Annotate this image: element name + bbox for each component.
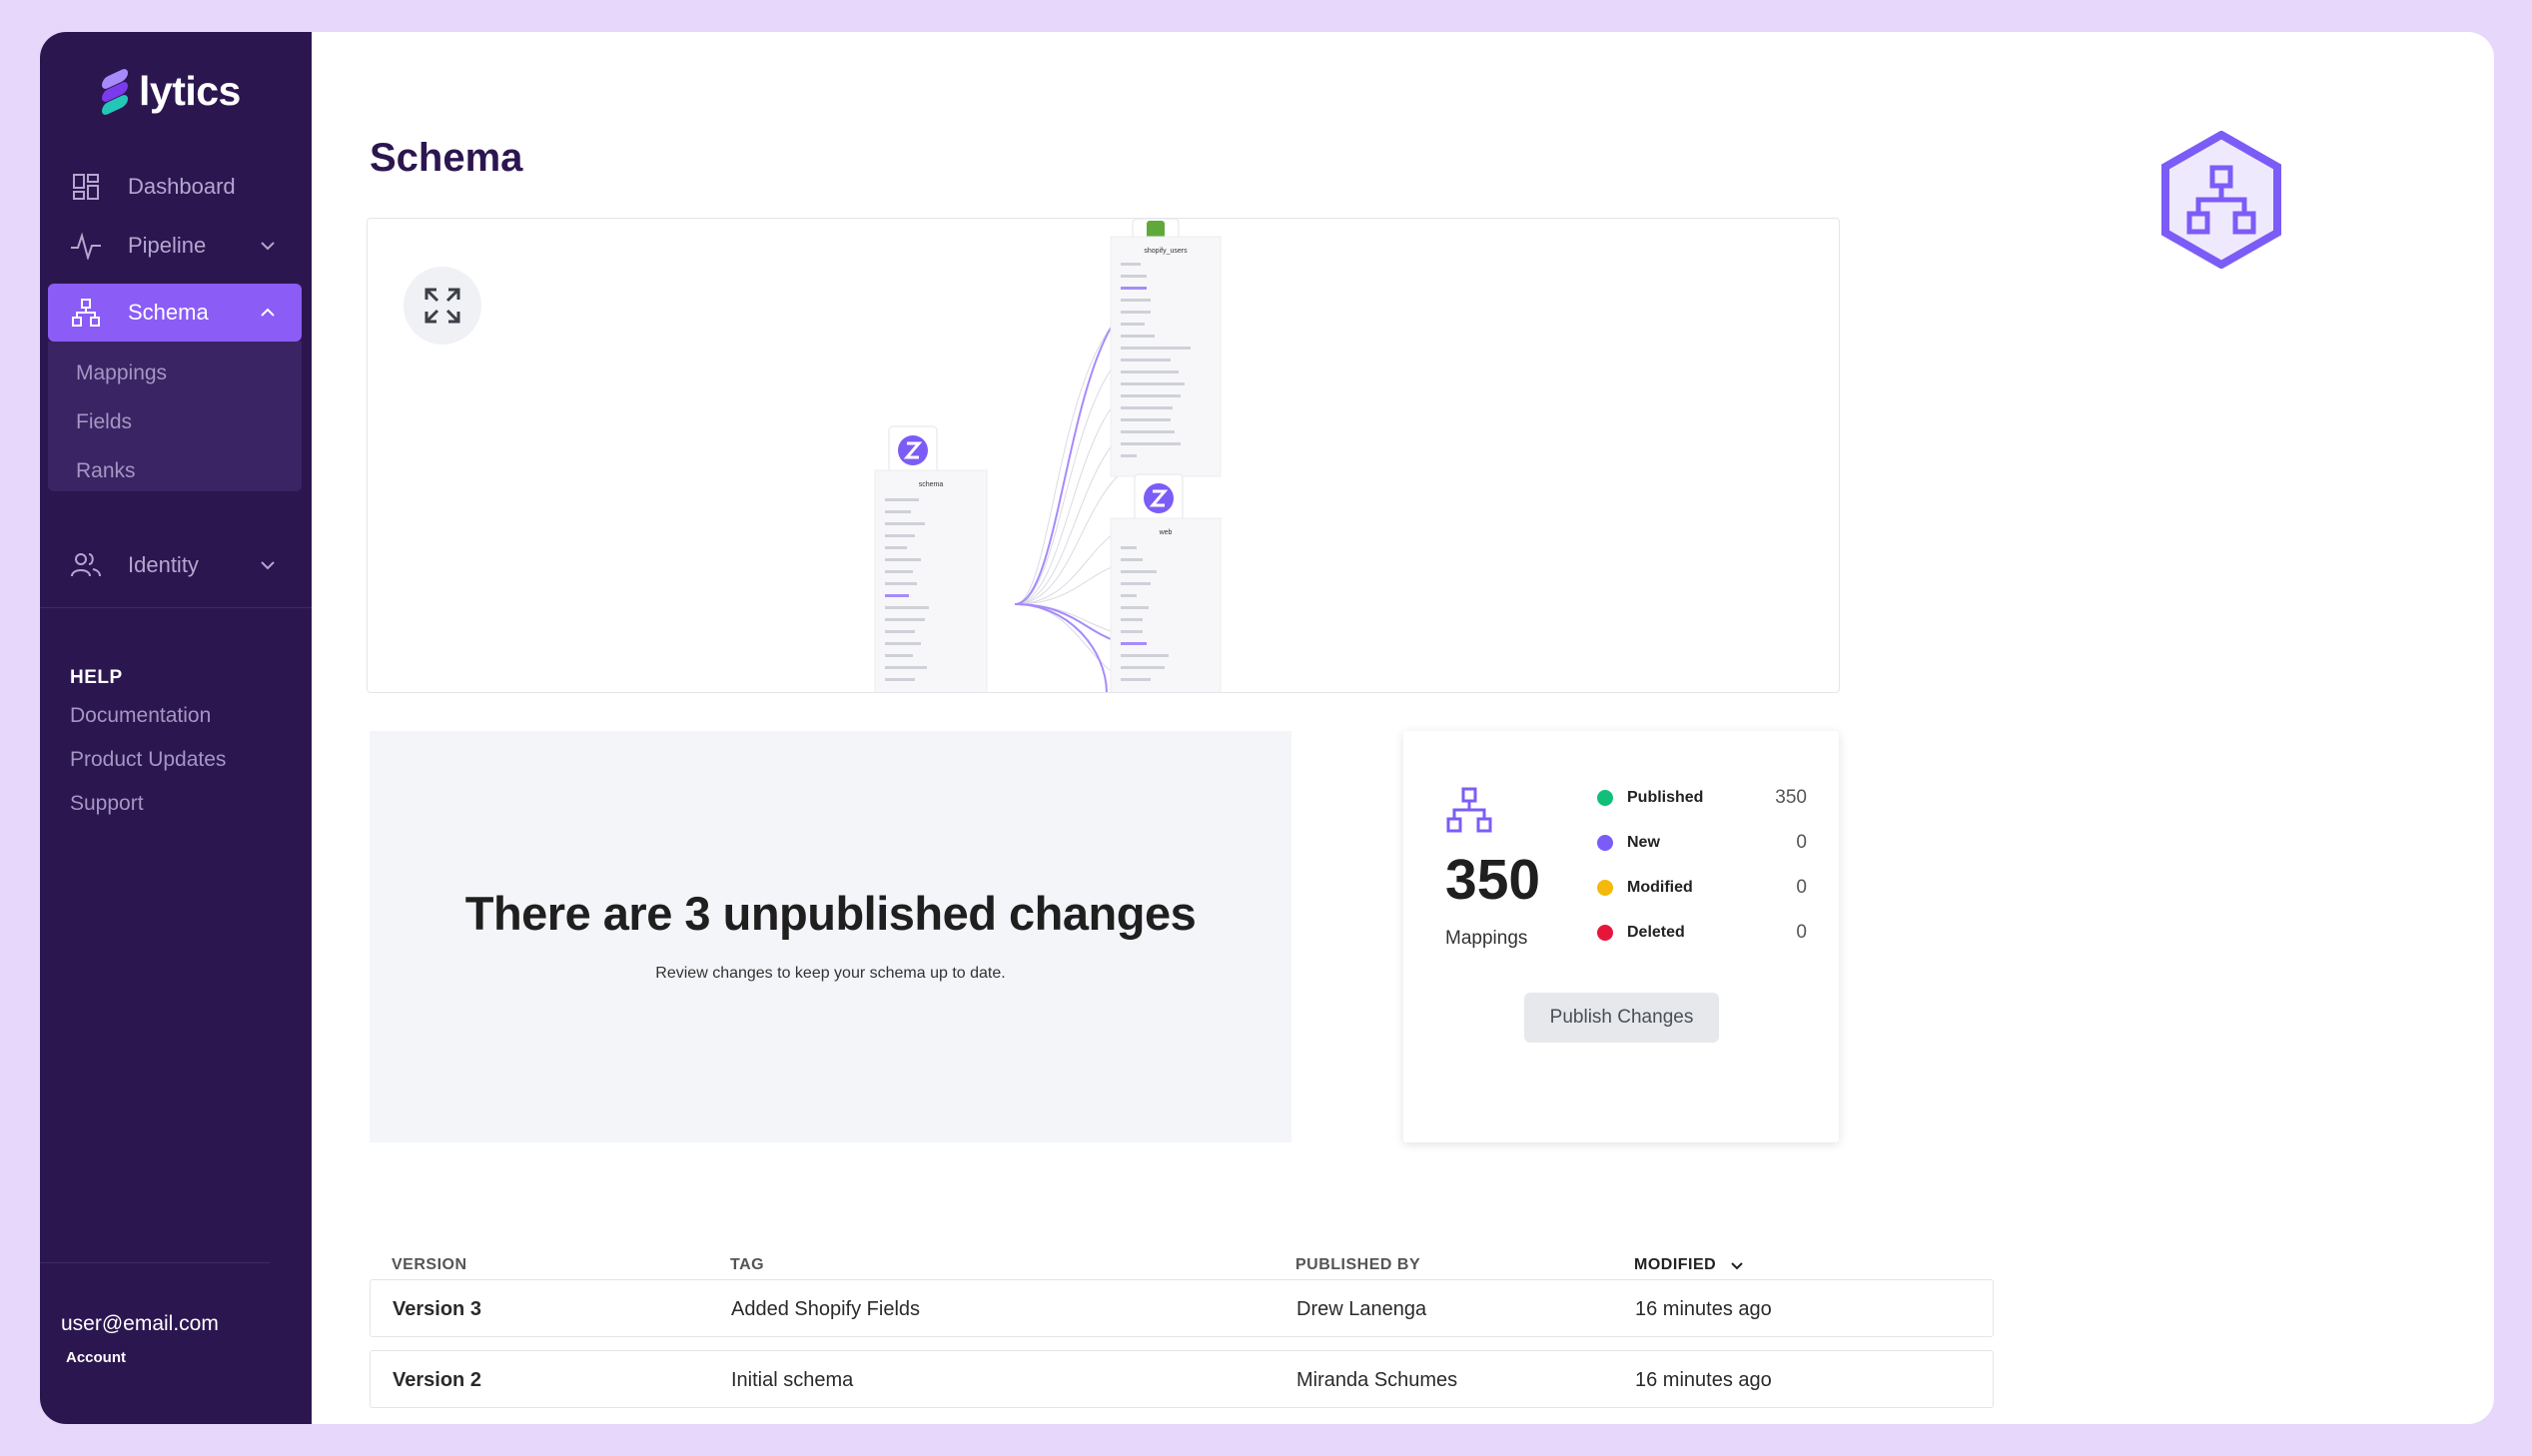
published-status-dot [1597,790,1613,806]
stat-row-modified: Modified 0 [1597,876,1807,900]
cell-published-by: Miranda Schumes [1296,1369,1458,1391]
table-row[interactable]: Version 3 Added Shopify Fields Drew Lane… [370,1279,1994,1337]
dashboard-icon [70,171,102,203]
stat-name: Published [1627,789,1704,806]
stat-name: New [1627,834,1660,851]
mappings-total: 350 [1445,848,1541,912]
sidebar-item-label: Pipeline [128,233,207,258]
help-link-documentation[interactable]: Documentation [70,704,211,728]
sidebar-divider [40,607,312,608]
publish-changes-button[interactable]: Publish Changes [1524,993,1719,1043]
account-link[interactable]: Account [66,1349,126,1366]
chevron-down-icon [261,242,275,251]
stat-name: Deleted [1627,924,1685,941]
schema-submenu: Mappings Fields Ranks [48,342,302,491]
sidebar-item-identity[interactable]: Identity [48,536,302,594]
sidebar: lytics Dashboard Pipeline Schema Mapping… [40,32,312,1424]
cell-modified: 16 minutes ago [1635,1298,1772,1320]
schema-node[interactable]: schema [874,425,988,693]
column-header-published-by[interactable]: PUBLISHED BY [1295,1256,1420,1274]
schema-icon [70,297,102,329]
cell-published-by: Drew Lanenga [1296,1298,1427,1320]
cell-version: Version 2 [393,1369,481,1391]
schema-icon [1446,787,1492,833]
page-title: Schema [370,136,523,180]
lytics-logo-icon [99,66,131,117]
expand-diagram-button[interactable] [404,267,481,345]
stat-row-deleted: Deleted 0 [1597,921,1807,945]
stat-row-published: Published 350 [1597,786,1807,810]
mappings-label: Mappings [1445,928,1528,949]
sort-chevron-down-icon[interactable] [1729,1257,1745,1273]
schema-diagram-panel[interactable]: schema shopify_users web [367,218,1840,693]
svg-text:schema: schema [919,481,944,488]
sidebar-subitem-ranks[interactable]: Ranks [76,459,136,483]
user-email[interactable]: user@email.com [61,1312,219,1336]
stat-value: 350 [1775,787,1807,808]
column-header-modified[interactable]: MODIFIED [1634,1256,1716,1274]
chevron-down-icon [261,561,275,570]
sidebar-item-label: Identity [128,552,199,577]
cell-version: Version 3 [393,1298,481,1320]
app-window: lytics Dashboard Pipeline Schema Mapping… [40,32,2494,1424]
lytics-logo[interactable]: lytics [99,66,241,117]
expand-icon [424,288,460,324]
shopify-users-node[interactable]: shopify_users [1110,219,1222,477]
column-header-tag[interactable]: TAG [730,1256,764,1274]
help-link-support[interactable]: Support [70,792,144,816]
pipeline-icon [70,230,102,262]
cell-tag: Initial schema [731,1369,854,1391]
cell-tag: Added Shopify Fields [731,1298,921,1320]
chevron-up-icon [261,308,275,317]
stat-row-new: New 0 [1597,831,1807,855]
sidebar-subitem-mappings[interactable]: Mappings [76,362,167,385]
web-node[interactable]: web [1110,473,1222,693]
help-link-product-updates[interactable]: Product Updates [70,748,226,772]
column-header-version[interactable]: VERSION [392,1256,467,1274]
stat-value: 0 [1796,922,1807,943]
notice-title: There are 3 unpublished changes [464,887,1197,940]
new-status-dot [1597,835,1613,851]
identity-icon [70,549,102,581]
svg-text:shopify_users: shopify_users [1144,248,1188,255]
sidebar-item-label: Dashboard [128,174,236,199]
sidebar-divider [40,1262,270,1263]
modified-status-dot [1597,880,1613,896]
stat-value: 0 [1796,877,1807,898]
cell-modified: 16 minutes ago [1635,1369,1772,1391]
logo-text: lytics [139,68,241,114]
sidebar-item-schema[interactable]: Schema [48,284,302,342]
sidebar-item-dashboard[interactable]: Dashboard [48,158,302,216]
notice-subtitle: Review changes to keep your schema up to… [655,965,1006,982]
schema-hexagon-icon [2161,131,2281,269]
stat-name: Modified [1627,879,1693,896]
table-row[interactable]: Version 2 Initial schema Miranda Schumes… [370,1350,1994,1408]
sidebar-item-pipeline[interactable]: Pipeline [48,217,302,275]
mappings-stats-card: 350 Mappings Published 350 New 0 Modifie… [1403,731,1839,1142]
help-heading: HELP [70,667,123,688]
schema-diagram[interactable]: schema shopify_users web [368,219,1840,693]
sidebar-subitem-fields[interactable]: Fields [76,410,132,434]
svg-text:web: web [1159,529,1173,536]
unpublished-changes-notice: There are 3 unpublished changes Review c… [370,731,1291,1142]
sidebar-item-label: Schema [128,300,209,325]
deleted-status-dot [1597,925,1613,941]
stat-value: 0 [1796,832,1807,853]
